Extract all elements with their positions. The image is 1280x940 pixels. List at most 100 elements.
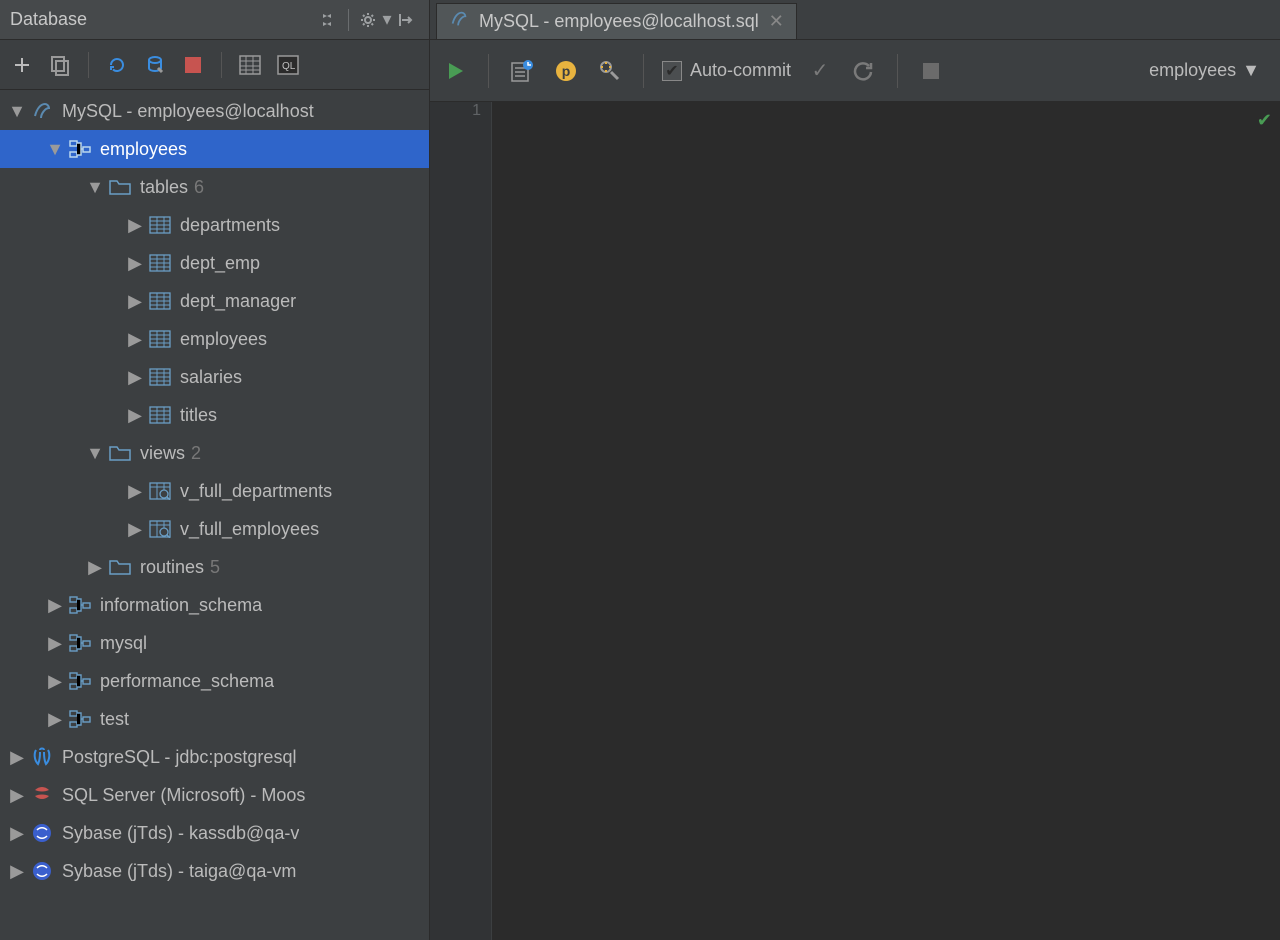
count-badge: 6 bbox=[194, 177, 204, 198]
node-label: salaries bbox=[180, 367, 242, 388]
arrow-down-icon: ▼ bbox=[88, 177, 102, 198]
editor-panel: MySQL - employees@localhost.sql ✕ p ✔ Au… bbox=[430, 0, 1280, 940]
arrow-right-icon: ▶ bbox=[128, 367, 142, 388]
node-label: Sybase (jTds) - taiga@qa-vm bbox=[62, 861, 296, 882]
gear-icon[interactable] bbox=[355, 7, 381, 33]
svg-text:QL: QL bbox=[282, 61, 296, 72]
tree-node-routines-folder[interactable]: ▶ routines 5 bbox=[0, 548, 429, 586]
editor-toolbar: p ✔ Auto-commit ✓ employees ▼ bbox=[430, 40, 1280, 102]
inspection-ok-icon[interactable]: ✔ bbox=[1257, 110, 1272, 131]
arrow-right-icon: ▶ bbox=[10, 785, 24, 806]
arrow-right-icon: ▶ bbox=[10, 861, 24, 882]
arrow-right-icon: ▶ bbox=[128, 405, 142, 426]
chevron-down-icon[interactable]: ▾ bbox=[381, 7, 393, 33]
rollback-icon[interactable] bbox=[849, 56, 879, 86]
arrow-right-icon: ▶ bbox=[48, 671, 62, 692]
console-icon[interactable]: QL bbox=[274, 51, 302, 79]
node-label: mysql bbox=[100, 633, 147, 654]
node-label: dept_emp bbox=[180, 253, 260, 274]
arrow-down-icon: ▼ bbox=[88, 443, 102, 464]
node-label: views bbox=[140, 443, 185, 464]
tree-node-view[interactable]: ▶ v_full_departments bbox=[0, 472, 429, 510]
tree-node-table[interactable]: ▶ departments bbox=[0, 206, 429, 244]
explain-plan-icon[interactable] bbox=[507, 56, 537, 86]
separator bbox=[488, 54, 489, 88]
node-label: tables bbox=[140, 177, 188, 198]
auto-commit-toggle[interactable]: ✔ Auto-commit bbox=[662, 60, 791, 81]
tree-node-schema[interactable]: ▶ information_schema bbox=[0, 586, 429, 624]
tree-node-schema[interactable]: ▶ mysql bbox=[0, 624, 429, 662]
table-icon bbox=[148, 252, 172, 274]
tree-node-connection-sybase[interactable]: ▶ Sybase (jTds) - taiga@qa-vm bbox=[0, 852, 429, 890]
tree-node-connection-sybase[interactable]: ▶ Sybase (jTds) - kassdb@qa-v bbox=[0, 814, 429, 852]
refresh-icon[interactable] bbox=[103, 51, 131, 79]
node-label: SQL Server (Microsoft) - Moos bbox=[62, 785, 305, 806]
collapse-icon[interactable] bbox=[393, 7, 419, 33]
arrow-right-icon: ▶ bbox=[48, 633, 62, 654]
arrow-right-icon: ▶ bbox=[48, 595, 62, 616]
tree-node-views-folder[interactable]: ▼ views 2 bbox=[0, 434, 429, 472]
scroll-from-source-icon[interactable] bbox=[316, 7, 342, 33]
tree-node-connection-mysql[interactable]: ▼ MySQL - employees@localhost bbox=[0, 92, 429, 130]
tree-node-connection-sqlserver[interactable]: ▶ SQL Server (Microsoft) - Moos bbox=[0, 776, 429, 814]
table-icon bbox=[148, 290, 172, 312]
schema-icon bbox=[68, 632, 92, 654]
arrow-right-icon: ▶ bbox=[10, 823, 24, 844]
checkbox-checked-icon: ✔ bbox=[662, 61, 682, 81]
arrow-right-icon: ▶ bbox=[128, 519, 142, 540]
panel-header: Database ▾ bbox=[0, 0, 429, 40]
mysql-icon bbox=[449, 9, 469, 34]
arrow-down-icon: ▼ bbox=[48, 139, 62, 160]
node-label: departments bbox=[180, 215, 280, 236]
sybase-icon bbox=[30, 860, 54, 882]
tree-node-schema-employees[interactable]: ▼ employees bbox=[0, 130, 429, 168]
line-number: 1 bbox=[430, 102, 491, 126]
table-icon bbox=[148, 366, 172, 388]
stop-icon[interactable] bbox=[916, 56, 946, 86]
schema-label: employees bbox=[1149, 60, 1236, 81]
copy-icon[interactable] bbox=[46, 51, 74, 79]
folder-icon bbox=[108, 442, 132, 464]
add-icon[interactable] bbox=[8, 51, 36, 79]
tree-node-table[interactable]: ▶ salaries bbox=[0, 358, 429, 396]
schema-selector[interactable]: employees ▼ bbox=[1149, 60, 1270, 81]
view-icon bbox=[148, 518, 172, 540]
tab-sql-file[interactable]: MySQL - employees@localhost.sql ✕ bbox=[436, 3, 797, 39]
sybase-icon bbox=[30, 822, 54, 844]
settings-wrench-icon[interactable] bbox=[595, 56, 625, 86]
node-label: v_full_employees bbox=[180, 519, 319, 540]
tree-node-view[interactable]: ▶ v_full_employees bbox=[0, 510, 429, 548]
node-label: v_full_departments bbox=[180, 481, 332, 502]
table-icon bbox=[148, 404, 172, 426]
folder-icon bbox=[108, 556, 132, 578]
node-label: employees bbox=[180, 329, 267, 350]
node-label: Sybase (jTds) - kassdb@qa-v bbox=[62, 823, 299, 844]
table-icon bbox=[148, 214, 172, 236]
database-tree: ▼ MySQL - employees@localhost ▼ employee… bbox=[0, 90, 429, 940]
tree-node-connection-postgres[interactable]: ▶ PostgreSQL - jdbc:postgresql bbox=[0, 738, 429, 776]
node-label: performance_schema bbox=[100, 671, 274, 692]
commit-icon[interactable]: ✓ bbox=[805, 56, 835, 86]
stop-icon[interactable] bbox=[179, 51, 207, 79]
tree-node-schema[interactable]: ▶ test bbox=[0, 700, 429, 738]
close-icon[interactable]: ✕ bbox=[769, 11, 784, 32]
tree-node-table[interactable]: ▶ titles bbox=[0, 396, 429, 434]
panel-title: Database bbox=[10, 9, 316, 30]
separator bbox=[348, 9, 349, 31]
parameters-icon[interactable]: p bbox=[551, 56, 581, 86]
arrow-down-icon: ▼ bbox=[10, 101, 24, 122]
run-icon[interactable] bbox=[440, 56, 470, 86]
wrench-icon[interactable] bbox=[141, 51, 169, 79]
tree-node-table[interactable]: ▶ dept_emp bbox=[0, 244, 429, 282]
code-area[interactable] bbox=[492, 102, 1280, 940]
table-icon[interactable] bbox=[236, 51, 264, 79]
tree-node-schema[interactable]: ▶ performance_schema bbox=[0, 662, 429, 700]
tree-node-table[interactable]: ▶ dept_manager bbox=[0, 282, 429, 320]
view-icon bbox=[148, 480, 172, 502]
tree-node-tables-folder[interactable]: ▼ tables 6 bbox=[0, 168, 429, 206]
tree-node-table[interactable]: ▶ employees bbox=[0, 320, 429, 358]
separator bbox=[643, 54, 644, 88]
node-label: test bbox=[100, 709, 129, 730]
folder-icon bbox=[108, 176, 132, 198]
sidebar-toolbar: QL bbox=[0, 40, 429, 90]
